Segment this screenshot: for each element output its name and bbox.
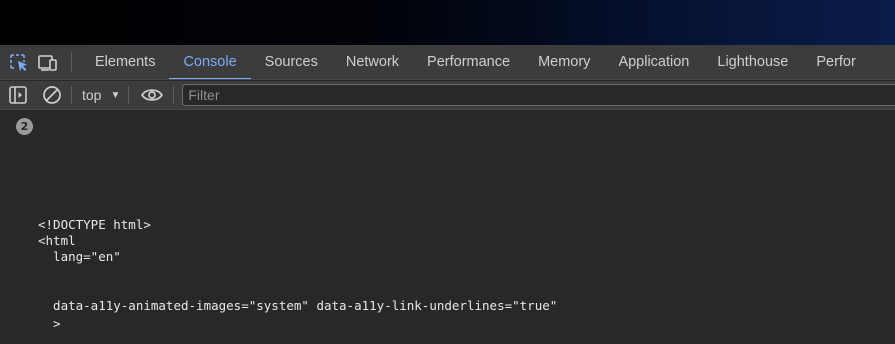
console-line-doctype: <!DOCTYPE html> [38,217,151,232]
tab-sources[interactable]: Sources [251,45,332,79]
toolbar-separator [173,86,175,104]
console-line-tag-close: > [38,316,61,331]
inspect-element-icon[interactable] [7,45,31,79]
message-count-badge: 2 [16,118,33,135]
context-selector[interactable]: top ▼ [82,87,120,103]
tab-performance-insights[interactable]: Perfor [802,45,870,79]
filter-input[interactable] [182,84,895,106]
tab-elements[interactable]: Elements [81,45,169,79]
tabbar-separator [71,52,72,72]
tab-memory[interactable]: Memory [524,45,604,79]
window-top-strip [0,0,895,45]
tab-application[interactable]: Application [604,45,703,79]
live-expression-icon[interactable] [139,84,165,106]
device-toolbar-icon[interactable] [36,45,60,79]
console-line-a11y-attrs: data-a11y-animated-images="system" data-… [38,298,558,313]
console-toolbar: top ▼ [0,81,895,110]
console-output: 2 <!DOCTYPE html> <html lang="en" data-a… [0,111,895,344]
tab-network[interactable]: Network [332,45,413,79]
tab-performance[interactable]: Performance [413,45,524,79]
chevron-down-icon: ▼ [110,89,121,101]
devtools-tabbar: Elements Console Sources Network Perform… [0,45,895,80]
tab-lighthouse[interactable]: Lighthouse [703,45,802,79]
console-line-lang-attr: lang="en" [38,249,121,264]
sidebar-toggle-icon[interactable] [7,84,29,106]
console-line-html-open: <html [38,233,76,248]
context-label: top [82,87,102,103]
toolbar-separator [128,86,130,104]
toolbar-separator [71,86,72,104]
clear-console-icon[interactable] [41,84,63,106]
tab-console[interactable]: Console [169,45,251,79]
